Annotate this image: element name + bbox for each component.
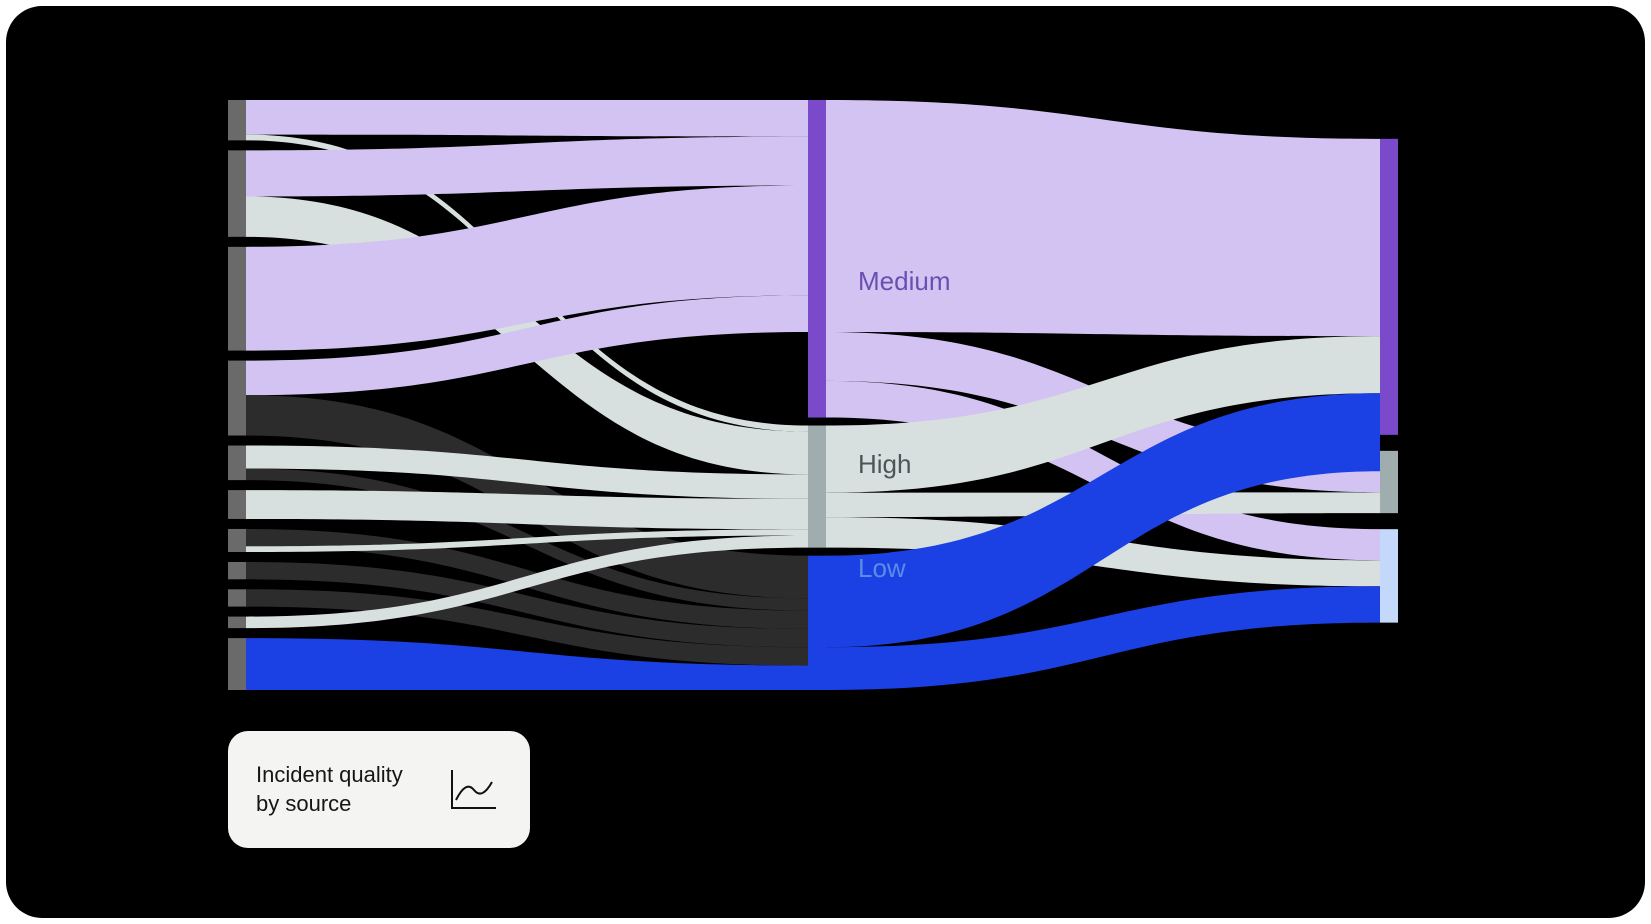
sankey-outcome-node (1380, 451, 1398, 513)
sankey-source-node (228, 589, 246, 606)
sankey-flow (246, 100, 808, 137)
sankey-diagram (228, 100, 1400, 690)
sankey-quality-node (808, 100, 826, 418)
sankey-outcome-node (1380, 139, 1398, 435)
sankey-source-node (228, 100, 246, 140)
sankey-source-node (228, 490, 246, 519)
sankey-outcome-node (1380, 529, 1398, 622)
sankey-quality-node (808, 556, 826, 690)
label-medium: Medium (858, 266, 950, 297)
sankey-source-node (228, 361, 246, 436)
sankey-source-node (228, 638, 246, 690)
sankey-flow (826, 100, 1380, 336)
chart-frame: Medium High Low Incident quality by sour… (6, 6, 1645, 918)
chart-caption-text: Incident quality by source (256, 761, 403, 817)
label-low: Low (858, 553, 906, 584)
line-chart-icon (448, 768, 498, 812)
sankey-source-node (228, 562, 246, 579)
sankey-source-node (228, 446, 246, 481)
sankey-source-node (228, 150, 246, 236)
sankey-source-node (228, 617, 246, 629)
label-high: High (858, 449, 911, 480)
sankey-source-node (228, 247, 246, 351)
sankey-source-node (228, 529, 246, 552)
chart-caption-chip: Incident quality by source (228, 731, 530, 848)
sankey-quality-node (808, 426, 826, 548)
